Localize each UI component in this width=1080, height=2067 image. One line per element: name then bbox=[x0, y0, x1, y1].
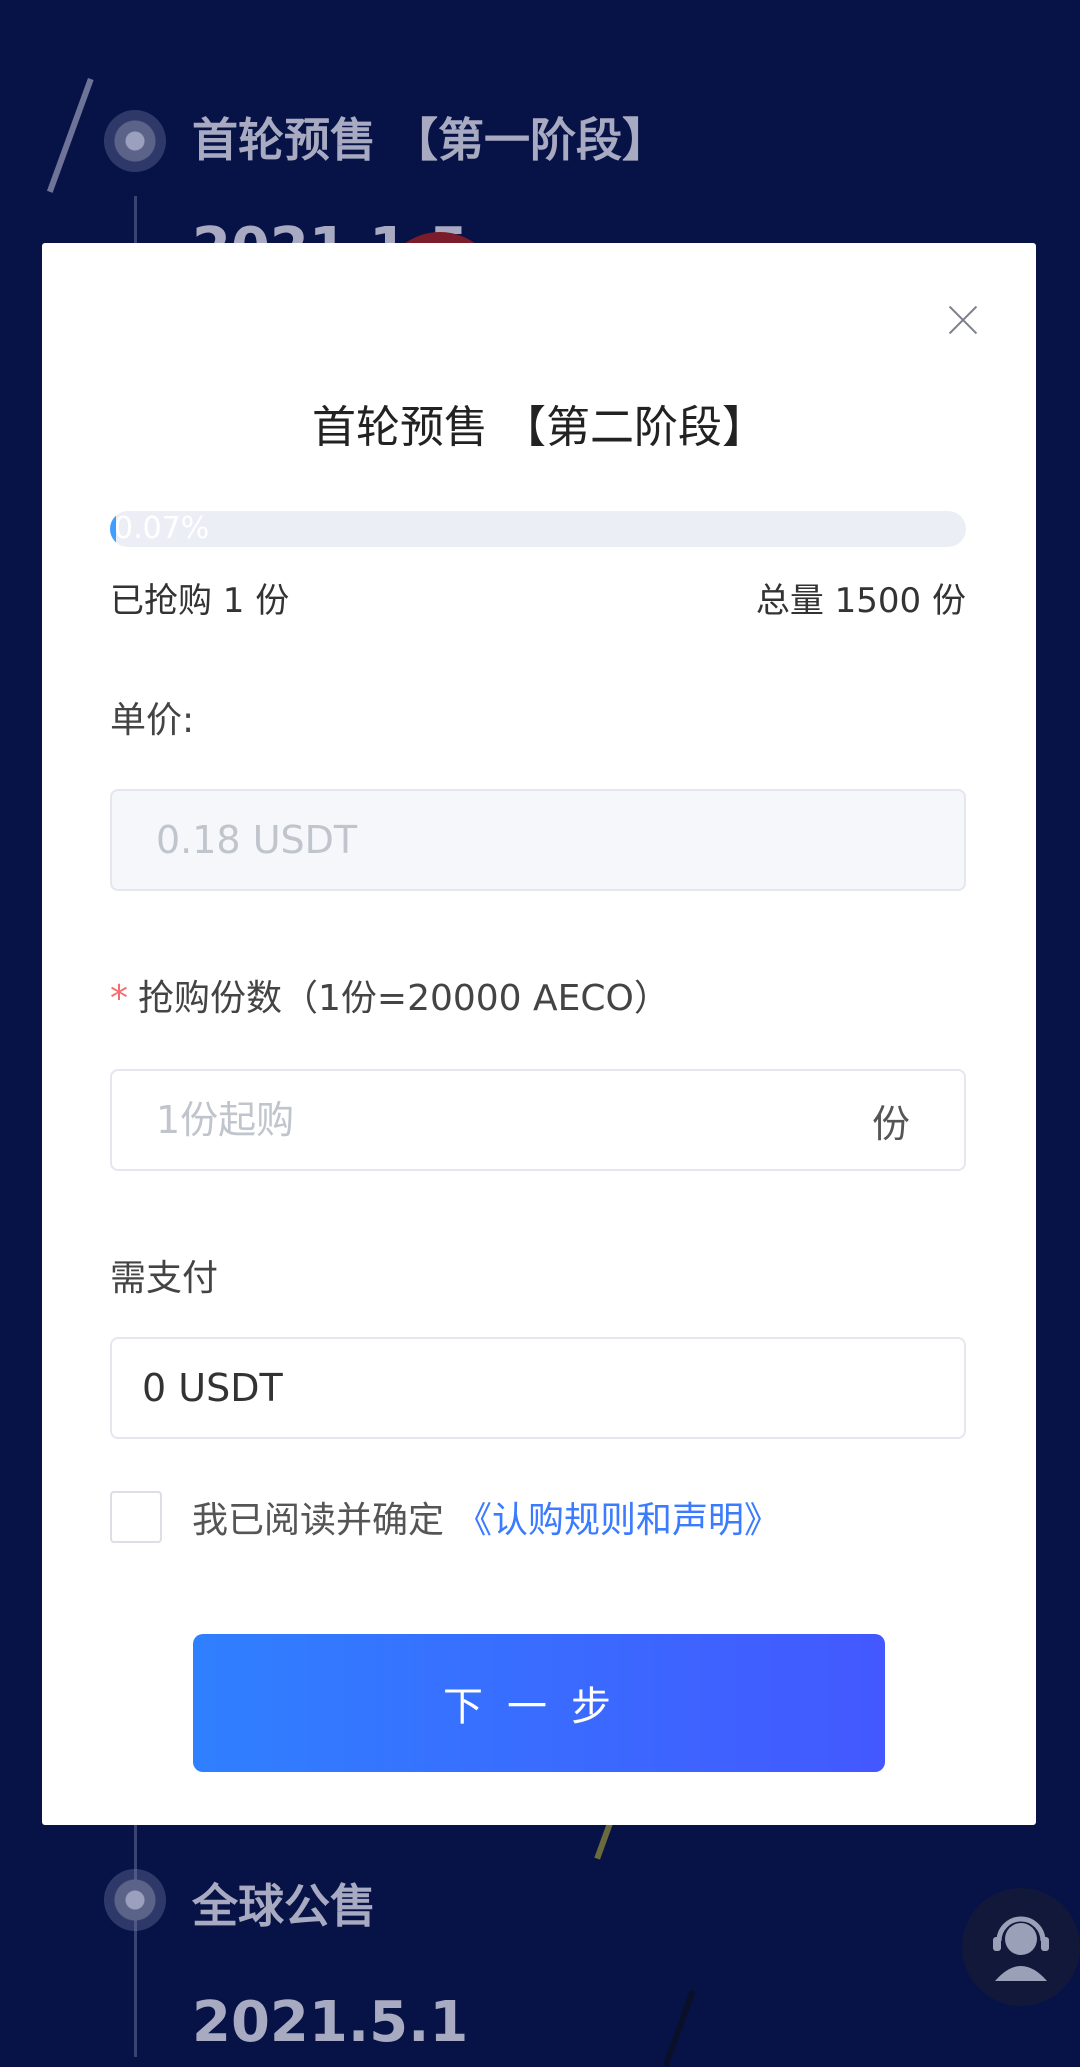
decorative-slash bbox=[594, 1820, 614, 1860]
next-step-button[interactable]: 下一步 bbox=[193, 1634, 885, 1772]
agreement-text: 我已阅读并确定 bbox=[192, 1500, 445, 1541]
payment-field: 0 USDT bbox=[110, 1337, 966, 1439]
decorative-slash bbox=[46, 78, 94, 193]
unit-price-field: 0.18 USDT bbox=[110, 789, 966, 891]
quantity-label: * 抢购份数（1份=20000 AECO） bbox=[110, 969, 670, 1021]
timeline-title-2: 全球公售 bbox=[192, 1879, 376, 1933]
timeline-title-1: 首轮预售 【第一阶段】 bbox=[192, 113, 669, 167]
quantity-label-text: 抢购份数（1份=20000 AECO） bbox=[138, 978, 670, 1019]
decorative-slash bbox=[662, 1990, 696, 2067]
purchased-count: 已抢购 1 份 bbox=[110, 581, 290, 621]
sale-progress-bar: 0.07% bbox=[110, 511, 966, 547]
payment-label: 需支付 bbox=[110, 1258, 219, 1299]
close-icon[interactable] bbox=[948, 305, 978, 335]
unit-price-label: 单价: bbox=[110, 700, 195, 741]
agreement-row: 我已阅读并确定 《认购规则和声明》 bbox=[110, 1491, 780, 1543]
payment-value: 0 USDT bbox=[142, 1366, 283, 1410]
required-mark: * bbox=[110, 978, 128, 1019]
progress-percent-text: 0.07% bbox=[114, 511, 210, 546]
timeline-dot-icon bbox=[104, 1869, 166, 1931]
quantity-unit-suffix: 份 bbox=[871, 1101, 910, 1146]
agreement-link[interactable]: 《认购规则和声明》 bbox=[456, 1491, 780, 1543]
timeline-date-2: 2021.5.1 bbox=[192, 1990, 469, 2055]
sale-count-row: 已抢购 1 份 总量 1500 份 bbox=[110, 573, 966, 622]
quantity-input[interactable] bbox=[112, 1070, 872, 1170]
customer-support-button[interactable] bbox=[962, 1888, 1080, 2006]
timeline-dot-icon bbox=[104, 110, 166, 172]
total-count: 总量 1500 份 bbox=[755, 581, 966, 621]
dialog-title: 首轮预售 【第二阶段】 bbox=[312, 402, 766, 453]
unit-price-value: 0.18 USDT bbox=[156, 818, 358, 862]
agreement-checkbox[interactable] bbox=[110, 1491, 162, 1543]
headset-icon bbox=[993, 1916, 1049, 1981]
presale-dialog: 首轮预售 【第二阶段】 0.07% 已抢购 1 份 总量 1500 份 单价: … bbox=[42, 243, 1036, 1825]
quantity-field: 份 bbox=[110, 1069, 966, 1171]
